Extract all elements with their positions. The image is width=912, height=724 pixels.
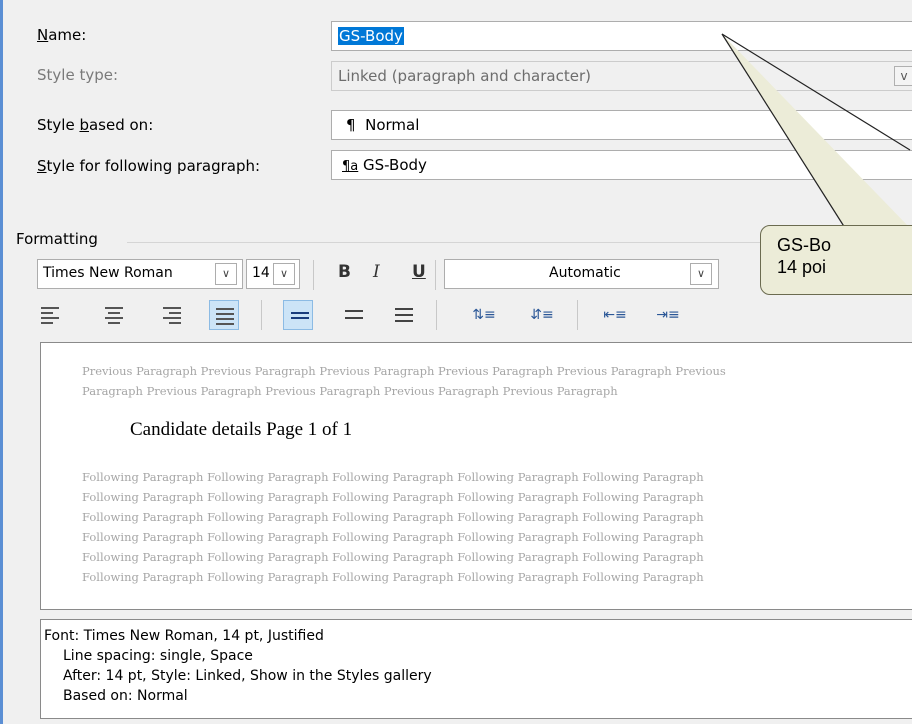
style-type-label: Style type: (37, 66, 119, 84)
linked-style-icon: ¶a (342, 159, 359, 174)
one-half-spacing-icon (345, 310, 363, 312)
decrease-indent-button[interactable]: ⇤≡ (600, 300, 630, 330)
preview-following-paragraph: Following Paragraph Following Paragraph … (82, 470, 704, 584)
chevron-down-icon[interactable]: ∨ (215, 263, 237, 285)
justify-button[interactable] (209, 300, 239, 330)
formatting-group-title: Formatting (16, 230, 98, 248)
style-type-value: Linked (paragraph and character) (338, 67, 591, 85)
pilcrow-icon: ¶ (346, 116, 356, 134)
font-name-value: Times New Roman (43, 265, 173, 281)
increase-indent-button[interactable]: ⇥≡ (653, 300, 683, 330)
based-on-label: Style based on: (37, 116, 154, 134)
font-size-select[interactable]: 14 ∨ (246, 259, 300, 289)
space-before-decrease-button[interactable]: ⇵≡ (527, 300, 557, 330)
preview-previous-paragraph: Previous Paragraph Previous Paragraph Pr… (82, 364, 726, 398)
space-before-increase-button[interactable]: ⇅≡ (469, 300, 499, 330)
justify-icon (216, 308, 234, 328)
following-label: Style for following paragraph: (37, 157, 261, 175)
style-type-select[interactable]: Linked (paragraph and character) v (331, 61, 912, 91)
name-value: GS-Body (338, 27, 404, 45)
font-name-select[interactable]: Times New Roman ∨ (37, 259, 243, 289)
italic-button[interactable]: I (373, 262, 380, 282)
space-after-icon: ⇵≡ (530, 307, 554, 323)
font-size-value: 14 (252, 265, 270, 281)
following-value: GS-Body (363, 156, 427, 174)
based-on-value: Normal (365, 116, 420, 134)
based-on-select[interactable]: ¶ Normal (331, 110, 912, 140)
preview-sample-text: Candidate details Page 1 of 1 (130, 419, 353, 440)
decrease-indent-icon: ⇤≡ (603, 307, 627, 323)
toolbar-separator (435, 260, 436, 290)
toolbar-separator (436, 300, 437, 330)
chevron-down-icon[interactable]: ∨ (273, 263, 295, 285)
align-left-icon (41, 307, 59, 327)
chevron-down-icon[interactable]: v (894, 66, 912, 86)
font-color-select[interactable]: Automatic ∨ (444, 259, 719, 289)
toolbar-separator (313, 260, 314, 290)
one-half-spacing-button[interactable] (338, 300, 368, 330)
single-spacing-icon (291, 312, 309, 314)
font-color-value: Automatic (549, 265, 621, 281)
toolbar-separator (577, 300, 578, 330)
align-center-icon (105, 307, 123, 327)
align-center-button[interactable] (99, 300, 129, 330)
modify-style-dialog: Name: GS-Body Style type: Linked (paragr… (3, 0, 912, 724)
following-select[interactable]: ¶a GS-Body (331, 150, 912, 180)
name-input[interactable]: GS-Body (331, 21, 912, 51)
name-label: Name: (37, 26, 87, 44)
style-description: Font: Times New Roman, 14 pt, Justified … (40, 619, 912, 719)
style-preview-pane: Previous Paragraph Previous Paragraph Pr… (40, 342, 912, 610)
align-right-icon (163, 307, 181, 327)
chevron-down-icon[interactable]: ∨ (690, 263, 712, 285)
double-spacing-icon (395, 308, 413, 310)
bold-button[interactable]: B (338, 262, 351, 282)
toolbar-separator (261, 300, 262, 330)
double-spacing-button[interactable] (388, 300, 418, 330)
space-before-icon: ⇅≡ (472, 307, 496, 323)
underline-button[interactable]: U (412, 262, 426, 282)
align-right-button[interactable] (157, 300, 187, 330)
callout-box: GS-Bo 14 poi (760, 225, 912, 295)
increase-indent-icon: ⇥≡ (656, 307, 680, 323)
align-left-button[interactable] (35, 300, 65, 330)
single-spacing-button[interactable] (283, 300, 313, 330)
